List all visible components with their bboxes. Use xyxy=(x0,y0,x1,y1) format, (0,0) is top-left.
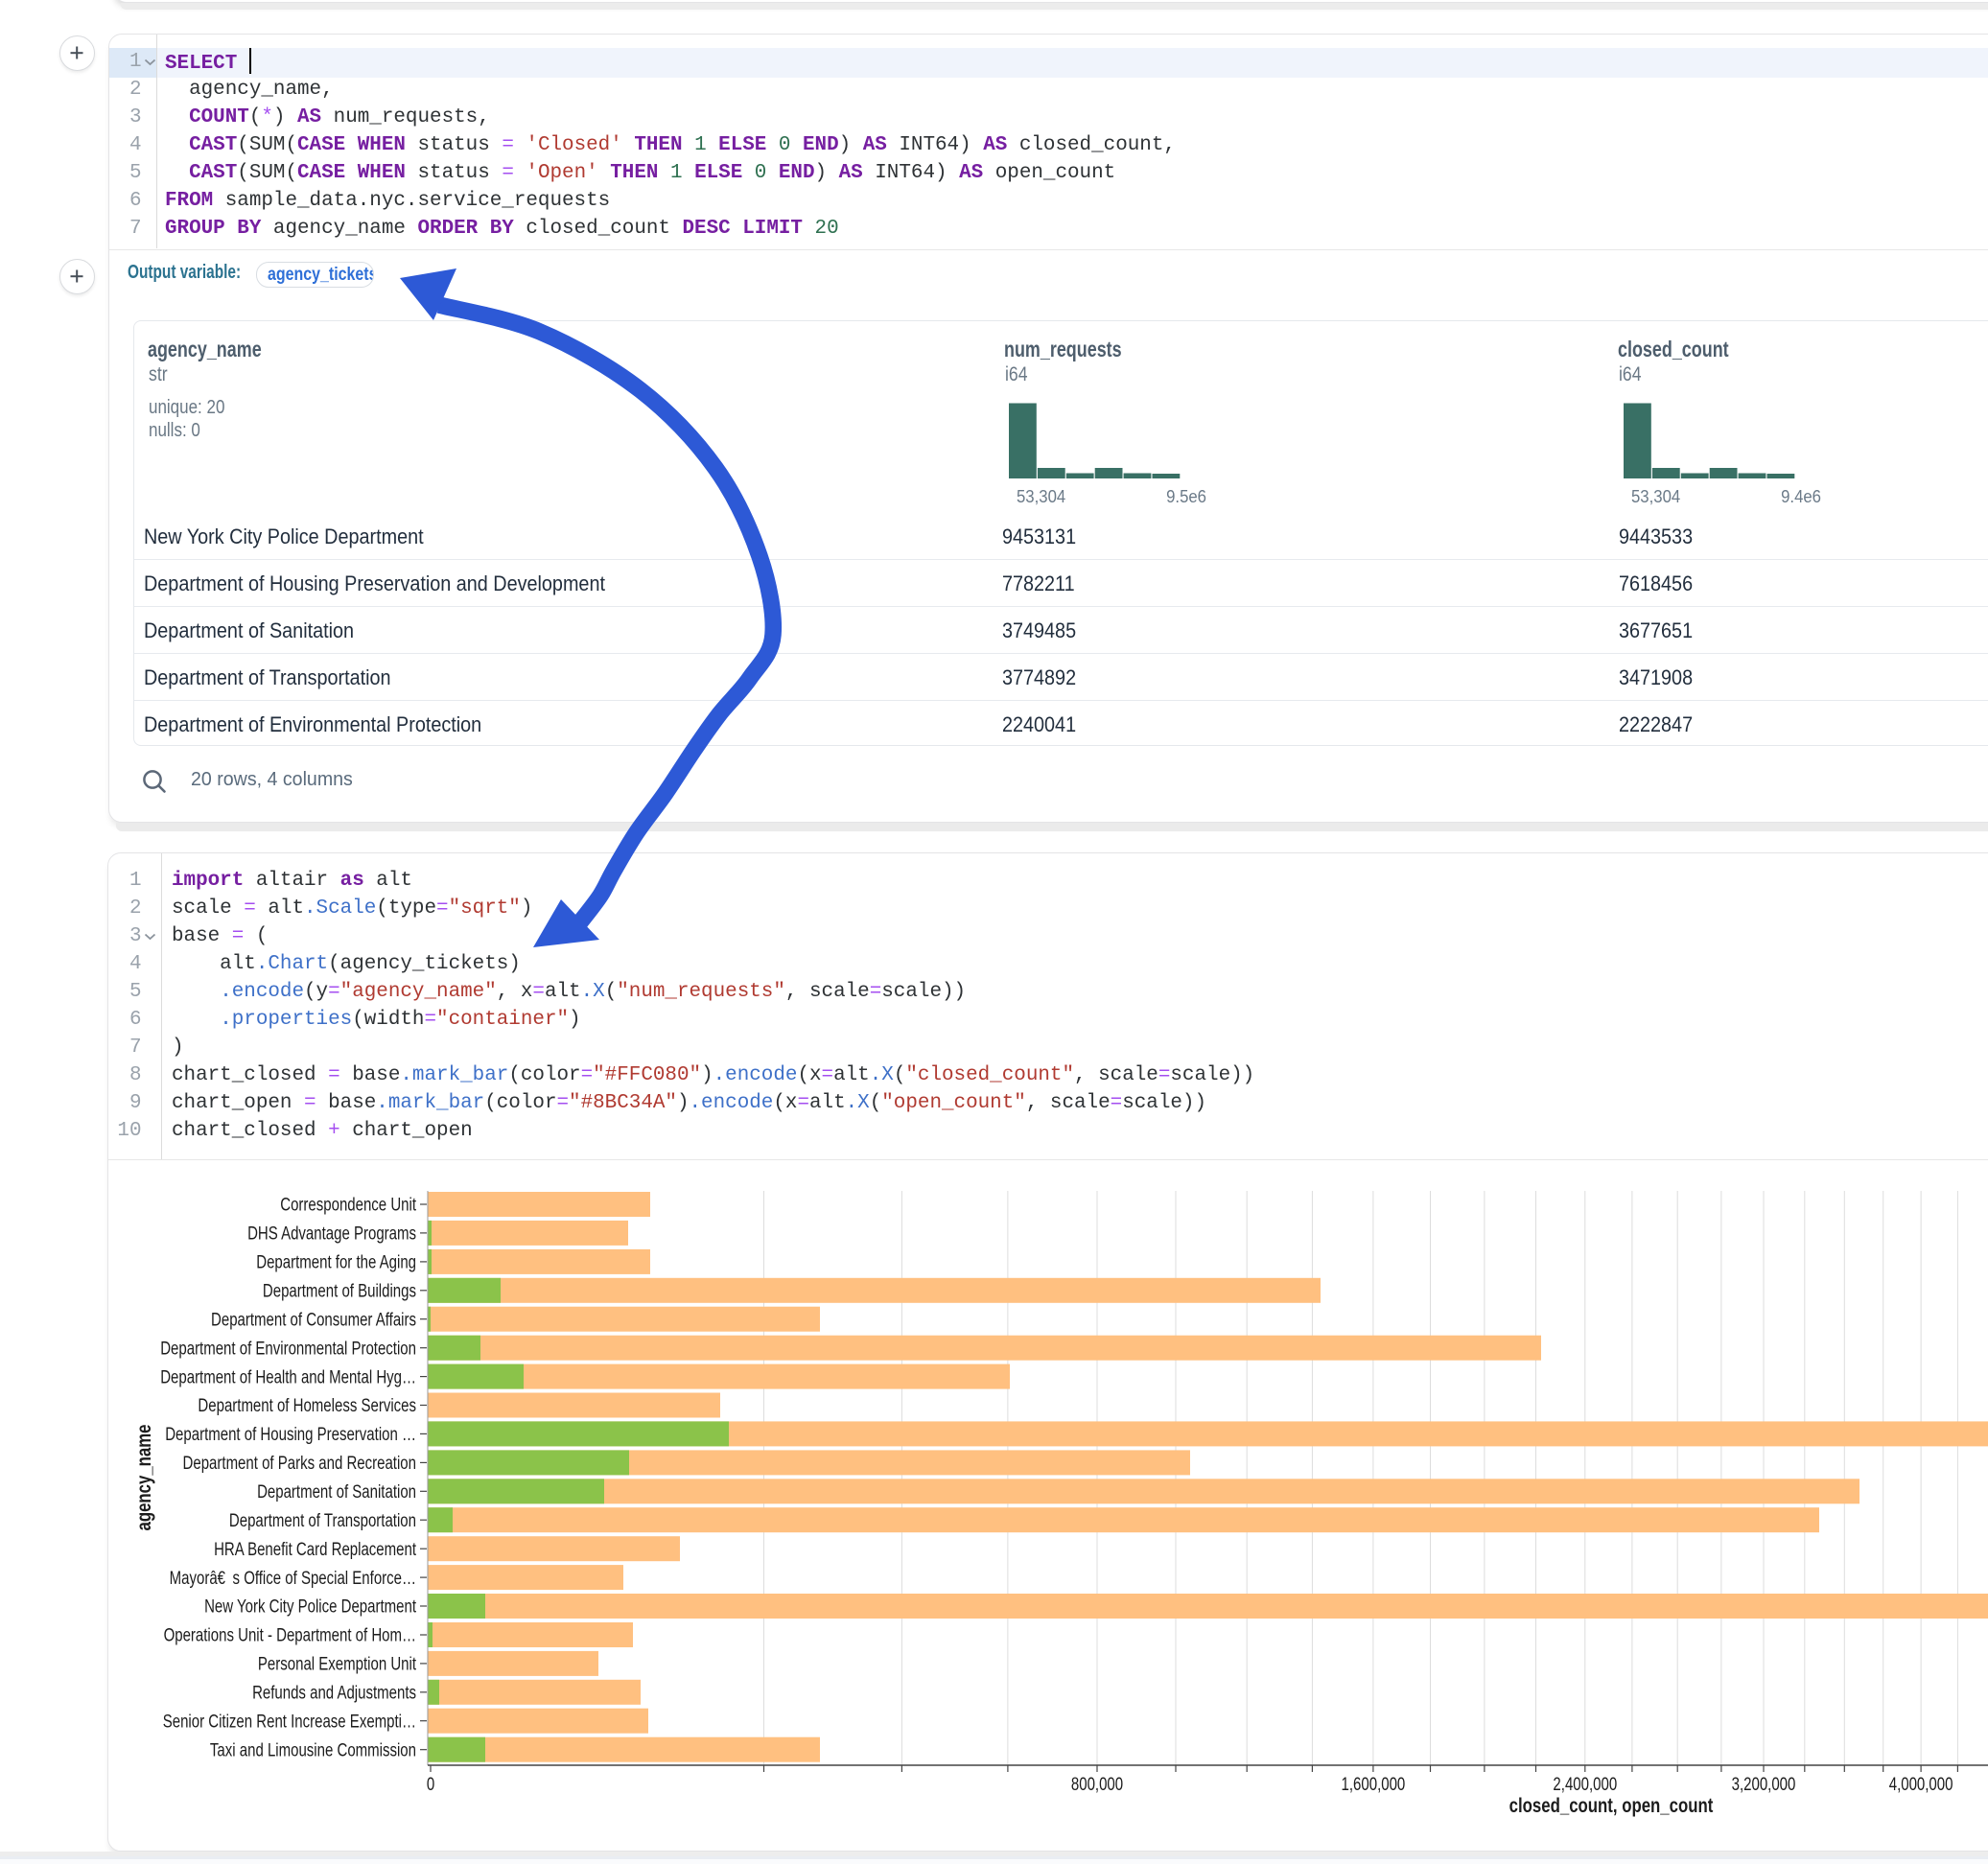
svg-text:800,000: 800,000 xyxy=(1071,1774,1123,1794)
svg-text:Department of Sanitation: Department of Sanitation xyxy=(257,1481,416,1502)
svg-text:closed_count, open_count: closed_count, open_count xyxy=(1509,1795,1714,1817)
svg-text:Department of Transportation: Department of Transportation xyxy=(229,1510,416,1530)
svg-text:Department of Health and Menta: Department of Health and Mental Hyg… xyxy=(160,1367,416,1387)
svg-text:4,000,000: 4,000,000 xyxy=(1889,1774,1953,1794)
svg-text:Refunds and Adjustments: Refunds and Adjustments xyxy=(252,1683,416,1703)
svg-text:Department of Homeless Service: Department of Homeless Services xyxy=(198,1396,416,1416)
svg-text:agency_name: agency_name xyxy=(133,1424,155,1530)
svg-text:Operations Unit - Department o: Operations Unit - Department of Hom… xyxy=(164,1625,416,1645)
svg-text:Department of Parks and Recrea: Department of Parks and Recreation xyxy=(183,1453,416,1473)
svg-text:0: 0 xyxy=(427,1774,434,1794)
svg-text:3,200,000: 3,200,000 xyxy=(1732,1774,1796,1794)
svg-text:Taxi and Limousine Commission: Taxi and Limousine Commission xyxy=(210,1740,416,1760)
svg-text:Department of Housing Preserva: Department of Housing Preservation … xyxy=(165,1424,416,1444)
svg-text:2,400,000: 2,400,000 xyxy=(1553,1774,1617,1794)
svg-text:Department of Buildings: Department of Buildings xyxy=(263,1281,416,1301)
svg-text:Department of Consumer Affairs: Department of Consumer Affairs xyxy=(211,1310,416,1330)
svg-text:1,600,000: 1,600,000 xyxy=(1342,1774,1406,1794)
svg-text:HRA Benefit Card Replacement: HRA Benefit Card Replacement xyxy=(214,1539,416,1559)
svg-text:DHS Advantage Programs: DHS Advantage Programs xyxy=(247,1223,416,1244)
svg-text:Correspondence Unit: Correspondence Unit xyxy=(280,1195,416,1215)
svg-text:Personal Exemption Unit: Personal Exemption Unit xyxy=(258,1654,416,1674)
svg-text:Mayorâ€ s Office of Special En: Mayorâ€ s Office of Special Enforce… xyxy=(170,1568,416,1588)
svg-text:Department for the Aging: Department for the Aging xyxy=(256,1252,416,1272)
svg-text:Senior Citizen Rent Increase E: Senior Citizen Rent Increase Exempti… xyxy=(163,1712,416,1732)
svg-text:New York City Police Departmen: New York City Police Department xyxy=(204,1596,416,1617)
svg-text:Department of Environmental Pr: Department of Environmental Protection xyxy=(160,1339,416,1359)
